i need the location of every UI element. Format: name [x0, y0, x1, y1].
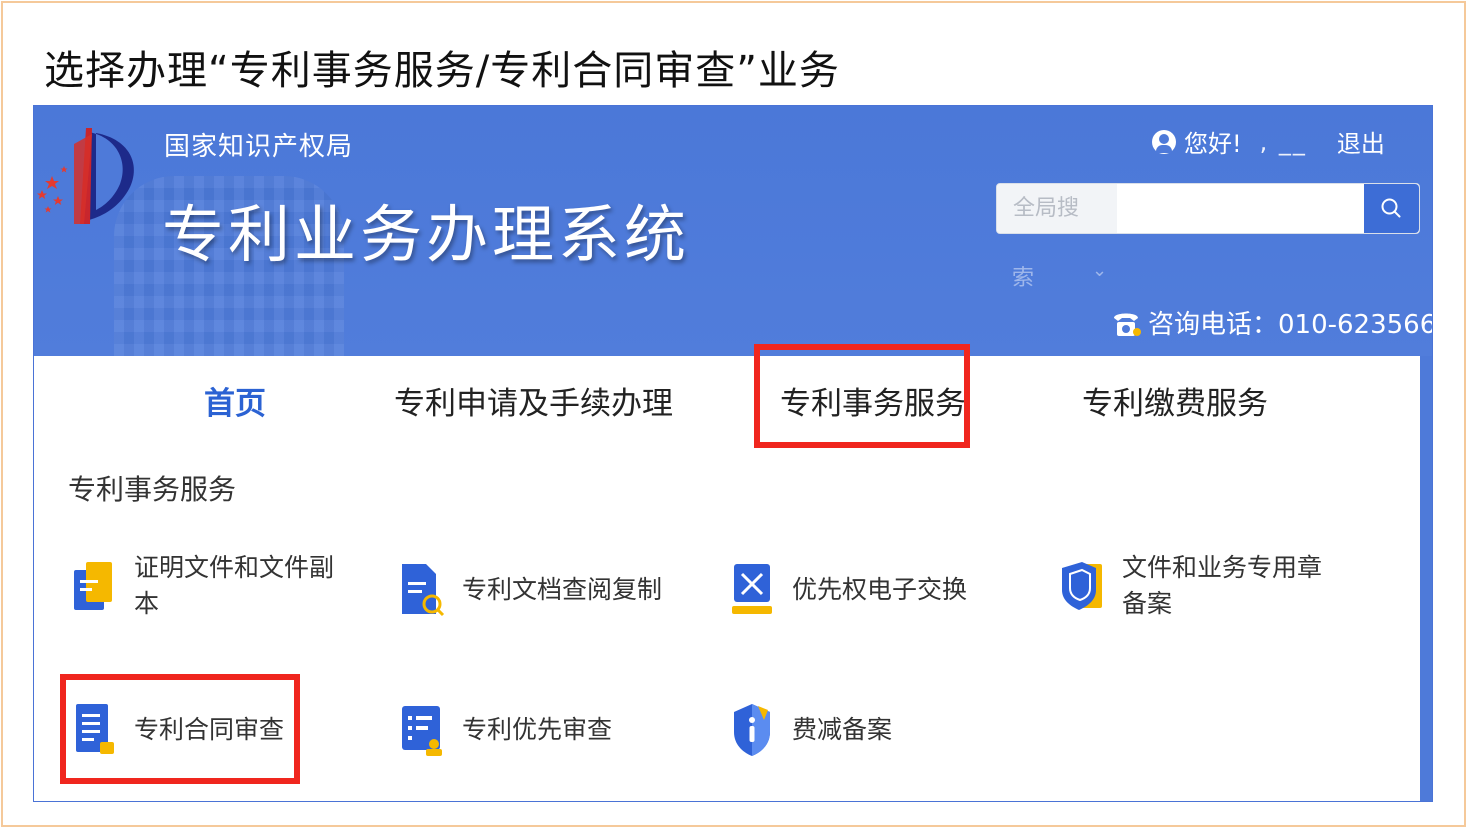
- tile-certificate-copies[interactable]: 证明文件和文件副 本: [70, 550, 334, 622]
- tile-priority-exchange[interactable]: 优先权电子交换: [728, 560, 967, 620]
- user-avatar-icon: [1152, 129, 1176, 154]
- tile-fee-reduction[interactable]: 费减备案: [728, 700, 892, 760]
- hotline: 咨询电话：010-62356655: [1110, 304, 1432, 341]
- tile-label-line1: 优先权电子交换: [792, 575, 968, 604]
- highlight-box-contract: [60, 674, 300, 784]
- header-banner: 国家知识产权局 专利业务办理系统 您好! , __ 退出 全局搜 索 ⌄ 咨询电…: [34, 106, 1432, 356]
- document-search-icon: [402, 564, 445, 617]
- nav-item-patent-application[interactable]: 专利申请及手续办理: [394, 378, 673, 423]
- tile-label-line1: 专利文档查阅复制: [462, 575, 663, 604]
- tile-label-line1: 费减备案: [792, 715, 893, 744]
- tile-document-copy[interactable]: 专利文档查阅复制: [398, 560, 662, 620]
- tile-label-line1: 专利优先审查: [462, 715, 613, 744]
- username: , __: [1259, 127, 1307, 156]
- section-title: 专利事务服务: [68, 473, 237, 506]
- logout-link[interactable]: 退出: [1337, 124, 1385, 159]
- tile-label-line2: 本: [134, 589, 160, 618]
- search-icon: [1381, 198, 1401, 218]
- search-input[interactable]: [1119, 184, 1363, 233]
- main-content: 首页 专利申请及手续办理 专利事务服务 专利缴费服务 专利事务服务 证明文件和文…: [34, 344, 1420, 801]
- tile-label-line2: 备案: [1122, 589, 1173, 618]
- chevron-down-icon: ⌄: [1092, 260, 1108, 281]
- certificate-icon: [74, 562, 112, 610]
- tile-seal-filing[interactable]: 文件和业务专用章 备案: [1058, 550, 1322, 622]
- user-area: 您好! , __ 退出: [1152, 124, 1385, 159]
- main-nav: 首页 专利申请及手续办理 专利事务服务 专利缴费服务: [34, 356, 1420, 436]
- tile-label-line1: 文件和业务专用章: [1122, 553, 1323, 582]
- nav-item-home[interactable]: 首页: [204, 378, 266, 423]
- slide-title: 选择办理“专利事务服务/专利合同审查”业务: [44, 48, 840, 94]
- hotline-text: 咨询电话：010-62356655: [1148, 310, 1432, 340]
- search-scope-select[interactable]: 全局搜: [997, 184, 1117, 233]
- app-screenshot: 国家知识产权局 专利业务办理系统 您好! , __ 退出 全局搜 索 ⌄ 咨询电…: [33, 105, 1433, 802]
- search-scope-overflow: 索: [1012, 266, 1035, 291]
- highlight-box-nav: [754, 344, 970, 448]
- info-shield-icon: [734, 704, 770, 756]
- nav-item-patent-fees[interactable]: 专利缴费服务: [1082, 378, 1268, 423]
- shield-icon: [1062, 562, 1102, 610]
- greeting-text: 您好!: [1184, 130, 1242, 158]
- org-name: 国家知识产权局: [164, 132, 354, 162]
- tile-priority-review[interactable]: 专利优先审查: [398, 700, 612, 760]
- phone-icon: [1114, 313, 1141, 336]
- cnipa-logo-icon: [37, 128, 134, 224]
- system-name: 专利业务办理系统: [162, 198, 691, 271]
- priority-review-icon: [402, 706, 442, 756]
- tile-label-line1: 证明文件和文件副: [134, 553, 335, 582]
- global-search: 全局搜: [996, 183, 1420, 234]
- exchange-icon: [732, 564, 772, 614]
- search-button[interactable]: [1364, 184, 1419, 233]
